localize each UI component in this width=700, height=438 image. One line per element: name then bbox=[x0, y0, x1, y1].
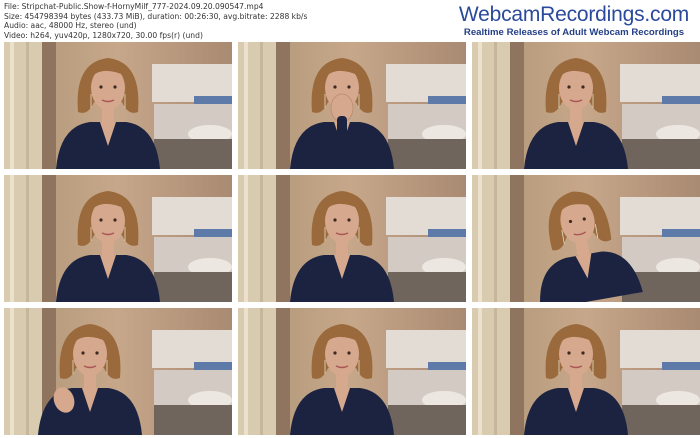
brand-logo: WebcamRecordings.com Realtime Releases o… bbox=[454, 3, 694, 39]
brand-tagline: Realtime Releases of Adult Webcam Record… bbox=[463, 27, 685, 38]
video-thumbnail bbox=[472, 42, 700, 169]
video-thumbnail bbox=[4, 308, 232, 435]
file-line: File: Stripchat-Public.Show-f-HornyMilf_… bbox=[4, 2, 264, 11]
video-thumbnail bbox=[472, 308, 700, 435]
brand-name: WebcamRecordings.com bbox=[458, 3, 690, 26]
size-line: Size: 454798394 bytes (433.73 MiB), dura… bbox=[4, 11, 308, 21]
video-thumbnail bbox=[238, 42, 466, 169]
video-thumbnail bbox=[238, 308, 466, 435]
video-thumbnail bbox=[238, 175, 466, 302]
video-line: Video: h264, yuv420p, 1280x720, 30.00 fp… bbox=[4, 30, 203, 40]
video-thumbnail bbox=[4, 42, 232, 169]
file-info: File: Stripchat-Public.Show-f-HornyMilf_… bbox=[4, 2, 307, 40]
video-thumbnail bbox=[4, 175, 232, 302]
video-thumbnail bbox=[472, 175, 700, 302]
audio-line: Audio: aac, 48000 Hz, stereo (und) bbox=[4, 21, 137, 31]
thumbnail-grid bbox=[4, 42, 700, 435]
